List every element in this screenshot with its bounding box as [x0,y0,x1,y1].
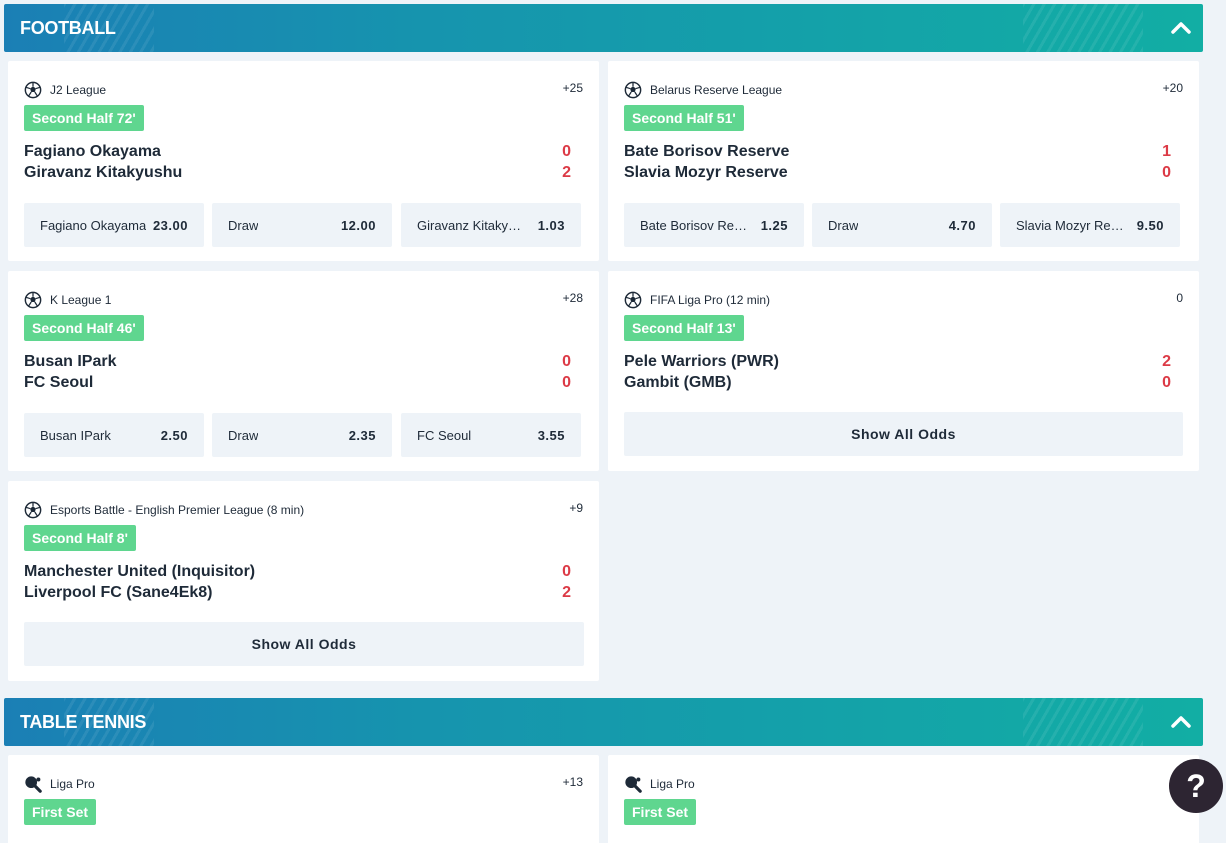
match-card: J2 League +25 Second Half 72' Fagiano Ok… [8,61,599,261]
odds-label: FC Seoul [417,427,472,443]
odds-button-draw[interactable]: Draw 2.35 [212,413,392,457]
home-score: 0 [562,563,571,580]
odds-value: 4.70 [948,217,976,233]
odds-value: 9.50 [1136,217,1164,233]
odds-label: Draw [228,217,259,233]
soccer-ball-icon [24,291,42,309]
section-title: FOOTBALL [20,18,116,38]
match-card: Liga Pro + First Set [608,755,1199,843]
odds-label: Bate Borisov Reserve [640,217,750,233]
odds-value: 3.55 [537,427,565,443]
chevron-up-icon[interactable] [1169,16,1193,40]
league-row: Liga Pro [24,775,95,793]
league-row: Liga Pro [624,775,695,793]
more-markets-count[interactable]: +13 [563,775,583,789]
away-team: Slavia Mozyr Reserve [624,164,788,181]
odds-button-away[interactable]: FC Seoul 3.55 [401,413,581,457]
match-card: FIFA Liga Pro (12 min) 0 Second Half 13'… [608,271,1199,471]
section-title: TABLE TENNIS [20,712,147,732]
table-tennis-section-header[interactable]: TABLE TENNIS [4,698,1203,746]
league-name: Liga Pro [50,777,95,791]
odds-button-home[interactable]: Bate Borisov Reserve 1.25 [624,203,804,247]
soccer-ball-icon [624,81,642,99]
league-name: K League 1 [50,293,112,307]
away-team: Liverpool FC (Sane4Ek8) [24,584,213,601]
away-score: 0 [1162,164,1171,181]
odds-label: Fagiano Okayama [40,217,147,233]
more-markets-count[interactable]: +20 [1163,81,1183,95]
table-tennis-paddle-icon [25,776,42,793]
soccer-ball-icon [24,501,42,519]
more-markets-count[interactable]: +9 [569,501,583,515]
league-name: FIFA Liga Pro (12 min) [650,293,771,307]
home-team: Bate Borisov Reserve [624,143,790,160]
show-all-odds-button[interactable]: Show All Odds [624,412,1183,456]
match-status-badge: Second Half 72' [24,105,144,131]
odds-button-away[interactable]: Slavia Mozyr Reserve 9.50 [1000,203,1180,247]
home-score: 0 [562,143,571,160]
odds-value: 23.00 [152,217,188,233]
home-score: 0 [562,353,571,370]
more-markets-count[interactable]: +28 [563,291,583,305]
league-name: Esports Battle - English Premier League … [50,503,305,517]
match-status-badge: First Set [24,799,97,825]
odds-button-away[interactable]: Giravanz Kitakyushu 1.03 [401,203,581,247]
home-team: Manchester United (Inquisitor) [24,563,256,580]
home-team: Pele Warriors (PWR) [624,353,779,370]
odds-button-draw[interactable]: Draw 4.70 [812,203,992,247]
league-row: FIFA Liga Pro (12 min) [624,291,770,309]
odds-label: Busan IPark [40,427,111,443]
match-status-badge: Second Half 13' [624,315,744,341]
match-status-badge: Second Half 46' [24,315,144,341]
odds-label: Draw [828,217,859,233]
odds-button-draw[interactable]: Draw 12.00 [212,203,392,247]
league-name: Belarus Reserve League [650,83,783,97]
away-score: 0 [562,374,571,391]
match-card: K League 1 +28 Second Half 46' Busan IPa… [8,271,599,471]
match-card: Esports Battle - English Premier League … [8,481,599,681]
home-team: Fagiano Okayama [24,143,161,160]
odds-value: 12.00 [340,217,376,233]
odds-button-home[interactable]: Fagiano Okayama 23.00 [24,203,204,247]
match-status-badge: Second Half 8' [24,525,136,551]
odds-value: 1.03 [537,217,565,233]
show-all-odds-button[interactable]: Show All Odds [24,622,584,666]
match-card: Liga Pro +13 First Set [8,755,599,843]
odds-label: Draw [228,427,259,443]
away-score: 2 [562,164,571,181]
more-markets-count[interactable]: 0 [1176,291,1183,305]
odds-button-home[interactable]: Busan IPark 2.50 [24,413,204,457]
league-row: J2 League [24,81,106,99]
home-score: 2 [1162,353,1171,370]
soccer-ball-icon [24,81,42,99]
odds-value: 2.50 [160,427,188,443]
odds-value: 2.35 [348,427,376,443]
table-tennis-paddle-icon [625,776,642,793]
away-score: 0 [1162,374,1171,391]
league-row: Esports Battle - English Premier League … [24,501,304,519]
odds-label: Slavia Mozyr Reserve [1016,217,1126,233]
odds-value: 1.25 [760,217,788,233]
away-team: Giravanz Kitakyushu [24,164,183,181]
odds-label: Giravanz Kitakyushu [417,217,527,233]
league-row: Belarus Reserve League [624,81,782,99]
home-team: Busan IPark [24,353,117,370]
match-card: Belarus Reserve League +20 Second Half 5… [608,61,1199,261]
match-status-badge: Second Half 51' [624,105,744,131]
league-name: J2 League [50,83,107,97]
league-name: Liga Pro [650,777,695,791]
more-markets-count[interactable]: +25 [563,81,583,95]
soccer-ball-icon [624,291,642,309]
match-status-badge: First Set [624,799,697,825]
help-button[interactable]: ? [1169,759,1223,813]
chevron-up-icon[interactable] [1169,710,1193,734]
away-team: FC Seoul [24,374,94,391]
away-team: Gambit (GMB) [624,374,732,391]
league-row: K League 1 [24,291,111,309]
home-score: 1 [1162,143,1171,160]
football-section-header[interactable]: FOOTBALL [4,4,1203,52]
away-score: 2 [562,584,571,601]
